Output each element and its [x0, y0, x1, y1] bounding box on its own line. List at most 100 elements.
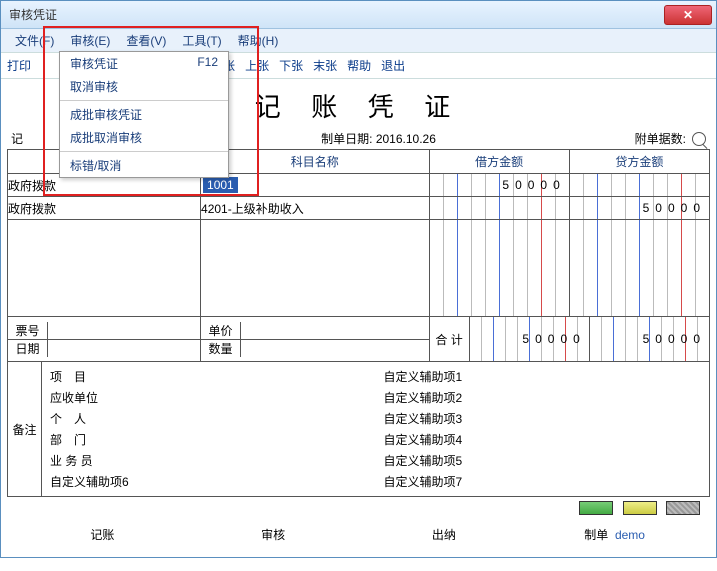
tb-prev[interactable]: 上张 — [245, 57, 269, 74]
dd-batch-audit-label: 成批审核凭证 — [70, 106, 142, 123]
menu-file[interactable]: 文件(F) — [7, 29, 62, 52]
rm-custom2: 自定义辅助项2 — [384, 387, 702, 408]
cell-credit[interactable] — [569, 174, 709, 197]
remark-col-left: 项 目 应收单位 个 人 部 门 业 务 员 自定义辅助项6 — [42, 362, 376, 496]
debit-value: 50000 — [430, 174, 569, 196]
window-title: 审核凭证 — [9, 6, 57, 23]
menu-tools[interactable]: 工具(T) — [174, 29, 229, 52]
grid-row-empty[interactable] — [8, 220, 710, 317]
hdr-subject: 科目名称 — [201, 150, 430, 174]
subject-selected[interactable]: 1001 — [203, 177, 238, 193]
rm-person: 个 人 — [50, 408, 368, 429]
cell-subject[interactable]: 4201-上级补助收入 — [201, 197, 430, 220]
status-icon-green[interactable] — [579, 501, 613, 515]
rm-custom7: 自定义辅助项7 — [384, 471, 702, 492]
rm-dept: 部 门 — [50, 429, 368, 450]
date-value: 2016.10.26 — [376, 132, 436, 146]
cell-debit[interactable] — [429, 197, 569, 220]
meta-right: 附单据数: — [546, 130, 706, 147]
rm-custom1: 自定义辅助项1 — [384, 366, 702, 387]
dd-audit-voucher[interactable]: 审核凭证 F12 — [60, 52, 228, 75]
total-credit: 50000 — [590, 317, 709, 361]
sub-left: 票号 日期 — [8, 317, 201, 362]
cell-subject[interactable]: 1001 — [201, 174, 430, 197]
menu-audit[interactable]: 审核(E) — [62, 29, 118, 52]
dd-sep1 — [60, 100, 228, 101]
cell-summary[interactable] — [8, 220, 201, 317]
meta-center: 制单日期: 2016.10.26 — [211, 130, 546, 147]
dd-mark-cancel[interactable]: 标错/取消 — [60, 154, 228, 177]
cell-subject[interactable] — [201, 220, 430, 317]
hdr-credit: 贷方金额 — [569, 150, 709, 174]
sub-total: 合 计 50000 50000 — [429, 317, 709, 362]
sub-mid: 单价 数量 — [201, 317, 430, 362]
lbl-ticket: 票号 — [8, 322, 47, 340]
dd-mark-cancel-label: 标错/取消 — [70, 157, 121, 174]
total-debit: 50000 — [470, 317, 589, 361]
cell-credit[interactable] — [569, 220, 709, 317]
role-maker-user: demo — [615, 528, 645, 542]
remark-label: 备注 — [8, 362, 42, 496]
cell-debit[interactable] — [429, 220, 569, 317]
role-cashier: 出纳 — [359, 526, 530, 543]
date-label: 制单日期: — [321, 132, 372, 146]
dd-audit-voucher-key: F12 — [197, 55, 218, 72]
tb-next[interactable]: 下张 — [279, 57, 303, 74]
debit-value — [430, 197, 569, 219]
lbl-qty: 数量 — [201, 340, 240, 357]
credit-value: 50000 — [570, 197, 709, 219]
titlebar: 审核凭证 ✕ — [1, 1, 716, 29]
dd-batch-cancel[interactable]: 成批取消审核 — [60, 126, 228, 149]
ji-prefix: 记 — [11, 132, 23, 146]
app-window: 审核凭证 ✕ 文件(F) 审核(E) 查看(V) 工具(T) 帮助(H) 打印 … — [0, 0, 717, 558]
hdr-debit: 借方金额 — [429, 150, 569, 174]
menu-help[interactable]: 帮助(H) — [230, 29, 287, 52]
val-ticket[interactable] — [48, 322, 200, 340]
role-maker-label: 制单 — [584, 528, 608, 542]
dd-cancel-audit-label: 取消审核 — [70, 78, 118, 95]
lbl-total: 合 计 — [430, 317, 470, 361]
cell-credit[interactable]: 50000 — [569, 197, 709, 220]
val-qty[interactable] — [241, 340, 429, 357]
dd-cancel-audit[interactable]: 取消审核 — [60, 75, 228, 98]
tb-print[interactable]: 打印 — [7, 57, 31, 74]
role-audit: 审核 — [188, 526, 359, 543]
status-icon-yellow[interactable] — [623, 501, 657, 515]
dd-audit-voucher-label: 审核凭证 — [70, 55, 118, 72]
rm-receivable: 应收单位 — [50, 387, 368, 408]
tb-help[interactable]: 帮助 — [347, 57, 371, 74]
tb-exit[interactable]: 退出 — [381, 57, 405, 74]
dd-batch-audit[interactable]: 成批审核凭证 — [60, 103, 228, 126]
rm-custom3: 自定义辅助项3 — [384, 408, 702, 429]
role-maker: 制单 demo — [529, 526, 700, 543]
tb-last[interactable]: 末张 — [313, 57, 337, 74]
credit-value — [570, 174, 709, 196]
rm-sales: 业 务 员 — [50, 450, 368, 471]
menubar: 文件(F) 审核(E) 查看(V) 工具(T) 帮助(H) — [1, 29, 716, 53]
attachment-label: 附单据数: — [635, 130, 686, 147]
dd-batch-cancel-label: 成批取消审核 — [70, 129, 142, 146]
remark-block: 备注 项 目 应收单位 个 人 部 门 业 务 员 自定义辅助项6 自定义辅助项… — [7, 362, 710, 497]
menu-view[interactable]: 查看(V) — [118, 29, 174, 52]
grid-subrow: 票号 日期 单价 数量 — [8, 317, 710, 362]
val-date[interactable] — [48, 340, 200, 357]
dd-sep2 — [60, 151, 228, 152]
search-icon[interactable] — [692, 132, 706, 146]
footer-roles: 记账 审核 出纳 制单 demo — [7, 522, 710, 551]
cell-summary[interactable]: 政府拨款 — [8, 197, 201, 220]
remark-col-right: 自定义辅助项1 自定义辅助项2 自定义辅助项3 自定义辅助项4 自定义辅助项5 … — [376, 362, 710, 496]
menu-audit-dropdown: 审核凭证 F12 取消审核 成批审核凭证 成批取消审核 标错/取消 — [59, 51, 229, 178]
voucher-grid: 科目名称 借方金额 贷方金额 政府拨款 1001 50000 — [7, 149, 710, 362]
lbl-price: 单价 — [201, 322, 240, 340]
role-post: 记账 — [17, 526, 188, 543]
content: 审核凭证 F12 取消审核 成批审核凭证 成批取消审核 标错/取消 记 账 凭 … — [1, 79, 716, 557]
status-icons — [7, 497, 710, 522]
cell-debit[interactable]: 50000 — [429, 174, 569, 197]
val-price[interactable] — [241, 322, 429, 340]
close-icon: ✕ — [683, 8, 693, 22]
close-button[interactable]: ✕ — [664, 5, 712, 25]
rm-custom5: 自定义辅助项5 — [384, 450, 702, 471]
status-icon-gray[interactable] — [666, 501, 700, 515]
grid-row[interactable]: 政府拨款 4201-上级补助收入 50000 — [8, 197, 710, 220]
lbl-date: 日期 — [8, 340, 47, 357]
